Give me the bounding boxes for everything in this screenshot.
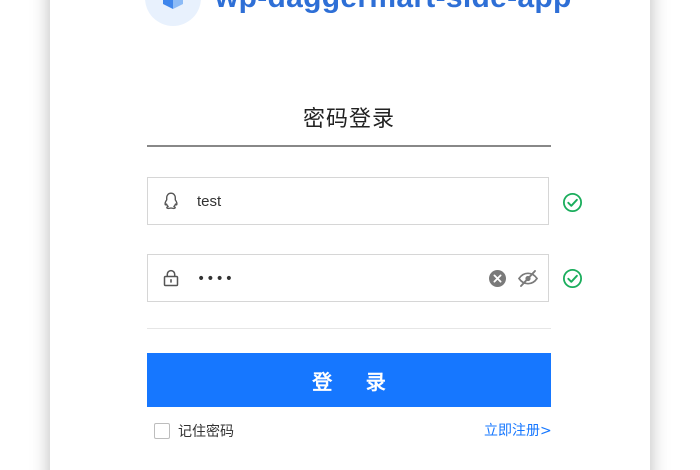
remember-checkbox[interactable] <box>154 423 170 439</box>
login-button[interactable]: 登 录 <box>147 353 551 407</box>
qq-penguin-icon <box>164 192 178 210</box>
eye-off-icon[interactable] <box>517 268 539 289</box>
password-valid-check-icon <box>562 268 583 289</box>
password-input[interactable]: •••• <box>197 265 234 293</box>
username-valid-check-icon <box>562 192 583 213</box>
username-input[interactable] <box>197 186 467 216</box>
login-tab[interactable]: 密码登录 <box>147 95 551 147</box>
clear-icon[interactable] <box>488 269 507 288</box>
brand-header: wp-daggermart-side-app <box>145 0 572 26</box>
remember-password[interactable]: 记住密码 <box>154 421 234 441</box>
login-page: wp-daggermart-side-app 密码登录 •••• <box>0 0 700 470</box>
password-field[interactable]: •••• <box>147 254 549 302</box>
username-field[interactable] <box>147 177 549 225</box>
cube-icon <box>145 0 201 26</box>
tab-password-login: 密码登录 <box>302 107 395 132</box>
remember-label: 记住密码 <box>178 424 234 440</box>
form-divider <box>147 328 551 329</box>
register-link[interactable]: 立即注册> <box>484 421 552 441</box>
app-title: wp-daggermart-side-app <box>215 0 572 15</box>
lock-icon <box>163 269 179 287</box>
